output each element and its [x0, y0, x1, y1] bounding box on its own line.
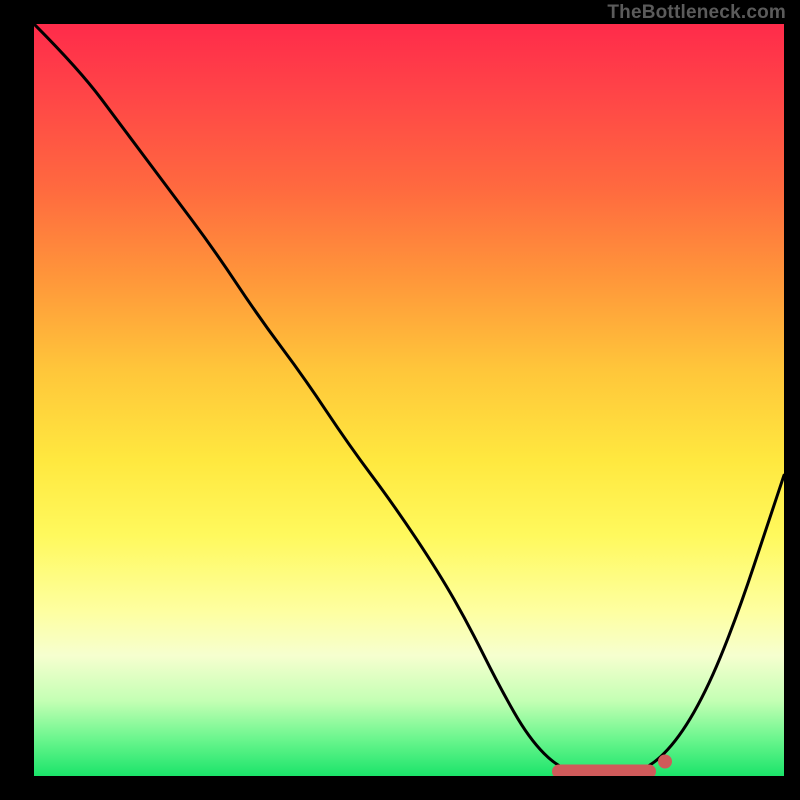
optimum-marker [658, 755, 672, 769]
chart-frame: TheBottleneck.com [0, 0, 800, 800]
bottleneck-curve [34, 24, 784, 776]
plot-area [34, 24, 784, 776]
attribution-label: TheBottleneck.com [607, 2, 786, 24]
